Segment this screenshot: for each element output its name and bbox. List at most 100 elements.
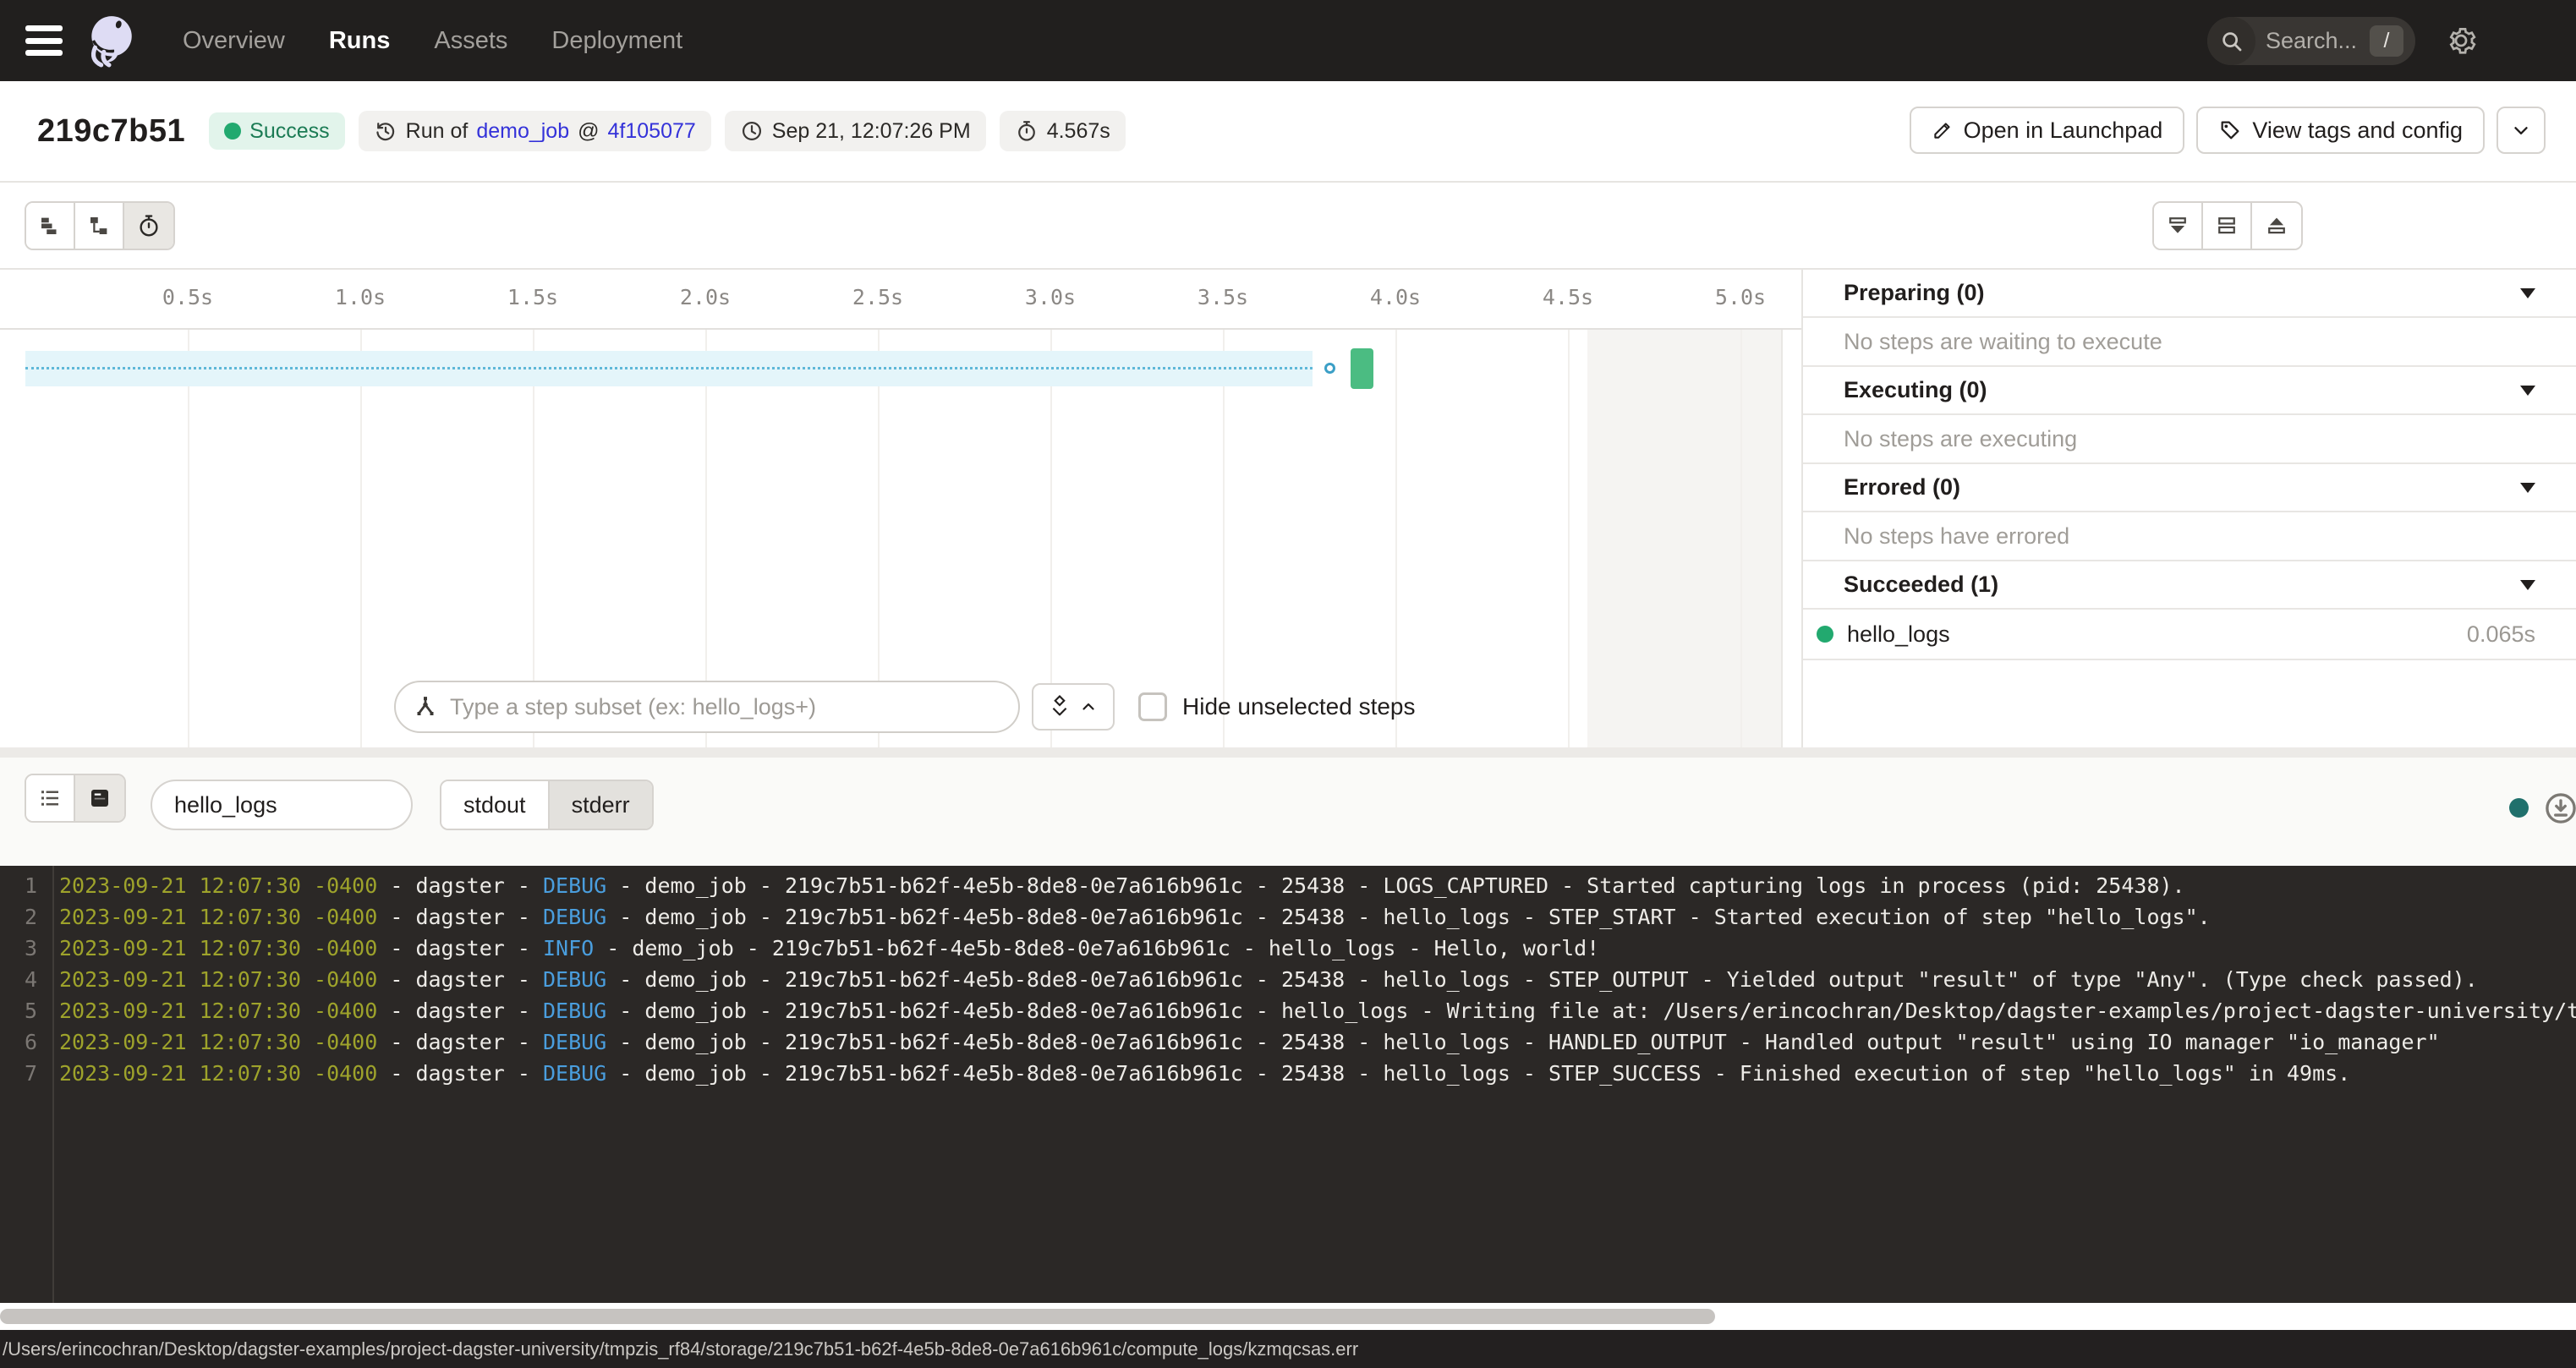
axis-gridline: [1740, 330, 1742, 747]
log-line: 32023-09-21 12:07:30 -0400 - dagster - I…: [0, 933, 2576, 964]
log-section: stdout stderr 12023-09-21 12:07:30 -0400…: [0, 758, 2576, 1303]
tab-stdout[interactable]: stdout: [441, 781, 550, 829]
gantt-expand-group: [2152, 201, 2303, 250]
log-line-number: 6: [0, 1026, 37, 1058]
panel-splitter[interactable]: [0, 747, 2576, 758]
step-section-header[interactable]: Executing (0): [1803, 367, 2576, 415]
log-separator: - dagster -: [377, 999, 543, 1023]
menu-icon[interactable]: [25, 25, 63, 56]
raw-log-output: 12023-09-21 12:07:30 -0400 - dagster - D…: [0, 866, 2576, 1303]
waterfall-view-button[interactable]: [75, 203, 124, 249]
expand-up-icon: [2264, 213, 2289, 238]
gantt-step-bar-hello-logs[interactable]: [1351, 348, 1373, 389]
step-section-header[interactable]: Errored (0): [1803, 464, 2576, 512]
settings-gear-icon[interactable]: [2445, 25, 2477, 57]
run-gantt-region: 0.5s1.0s1.5s2.0s2.5s3.0s3.5s4.0s4.5s5.0s…: [0, 270, 2576, 747]
collapse-down-button[interactable]: [2154, 203, 2203, 249]
global-search[interactable]: /: [2207, 17, 2415, 65]
nav-assets[interactable]: Assets: [434, 27, 507, 55]
step-subset-input[interactable]: [450, 694, 1001, 720]
log-message: - demo_job - 219c7b51-b62f-4e5b-8de8-0e7…: [606, 967, 2478, 992]
hide-unselected-checkbox[interactable]: [1138, 692, 1167, 721]
log-line-text: 2023-09-21 12:07:30 -0400 - dagster - DE…: [37, 1058, 2350, 1089]
run-header: 219c7b51 Success Run of demo_job @ 4f105…: [0, 81, 2576, 183]
log-separator: - dagster -: [377, 936, 543, 960]
primary-nav: Overview Runs Assets Deployment: [183, 27, 682, 55]
log-line: 12023-09-21 12:07:30 -0400 - dagster - D…: [0, 870, 2576, 901]
gantt-toolbar: Hide not started steps Re-execute all (*…: [0, 183, 2576, 270]
chevron-down-icon: [2510, 119, 2532, 141]
timed-view-button[interactable]: [124, 203, 173, 249]
hide-unselected-label: Hide unselected steps: [1182, 693, 1416, 720]
step-subset-filter: [394, 681, 1020, 733]
axis-tick-label: 1.5s: [507, 285, 558, 309]
step-section-header[interactable]: Preparing (0): [1803, 270, 2576, 318]
log-line-number: 4: [0, 964, 37, 995]
nav-overview[interactable]: Overview: [183, 27, 285, 55]
gutter-divider: [52, 866, 54, 1303]
snapshot-link[interactable]: 4f105077: [608, 119, 696, 144]
step-section-title: Errored (0): [1844, 474, 1960, 501]
log-timestamp: 2023-09-21 12:07:30 -0400: [59, 999, 377, 1023]
tag-icon: [2218, 118, 2242, 142]
flat-view-button[interactable]: [26, 203, 75, 249]
log-timestamp: 2023-09-21 12:07:30 -0400: [59, 967, 377, 992]
log-line: 22023-09-21 12:07:30 -0400 - dagster - D…: [0, 901, 2576, 933]
step-row[interactable]: hello_logs0.065s: [1803, 610, 2576, 660]
caret-up-icon: [1078, 697, 1099, 717]
step-marker-circle: [1324, 363, 1335, 374]
log-status-dot: [2509, 798, 2529, 818]
tab-stderr[interactable]: stderr: [550, 781, 652, 829]
log-step-filter[interactable]: [151, 780, 413, 830]
raw-log-view-button[interactable]: [75, 775, 124, 821]
graph-query-toggle-button[interactable]: [1032, 683, 1115, 731]
search-icon: [2207, 17, 2255, 65]
log-separator: - dagster -: [377, 967, 543, 992]
run-of-tag: Run of demo_job @ 4f105077: [359, 111, 711, 151]
log-separator: - dagster -: [377, 1061, 543, 1086]
log-message: - demo_job - 219c7b51-b62f-4e5b-8de8-0e7…: [606, 999, 2576, 1023]
run-status-badge: Success: [209, 112, 344, 150]
gantt-chart: 0.5s1.0s1.5s2.0s2.5s3.0s3.5s4.0s4.5s5.0s…: [0, 270, 1803, 747]
download-log-button[interactable]: [2543, 791, 2576, 826]
nav-deployment[interactable]: Deployment: [551, 27, 682, 55]
nav-runs[interactable]: Runs: [329, 27, 391, 55]
log-level: INFO: [543, 936, 594, 960]
log-io-tabs: stdout stderr: [440, 780, 654, 830]
run-id-title: 219c7b51: [37, 113, 185, 150]
chevron-down-icon: [2520, 580, 2535, 590]
log-timestamp: 2023-09-21 12:07:30 -0400: [59, 936, 377, 960]
log-level: DEBUG: [543, 905, 606, 929]
dagster-logo-icon[interactable]: [83, 13, 139, 68]
log-step-filter-input[interactable]: [174, 792, 389, 818]
scrollbar-thumb[interactable]: [0, 1309, 1715, 1324]
console-icon: [87, 785, 112, 811]
axis-gridline: [188, 330, 189, 747]
view-tags-config-button[interactable]: View tags and config: [2196, 107, 2485, 154]
run-more-actions-button[interactable]: [2497, 107, 2546, 154]
search-input[interactable]: [2266, 28, 2359, 54]
app-root: Overview Runs Assets Deployment / 219c7b…: [0, 0, 2576, 1368]
axis-tick-label: 2.5s: [852, 285, 903, 309]
log-timestamp: 2023-09-21 12:07:30 -0400: [59, 1061, 377, 1086]
log-separator: - dagster -: [377, 905, 543, 929]
expand-up-button[interactable]: [2252, 203, 2301, 249]
axis-tick-label: 4.5s: [1543, 285, 1593, 309]
open-in-launchpad-button[interactable]: Open in Launchpad: [1910, 107, 2185, 154]
split-panes-icon: [2214, 213, 2239, 238]
split-even-button[interactable]: [2203, 203, 2252, 249]
structured-log-view-button[interactable]: [26, 775, 75, 821]
step-section-header[interactable]: Succeeded (1): [1803, 561, 2576, 610]
axis-tick-label: 0.5s: [162, 285, 213, 309]
log-line-text: 2023-09-21 12:07:30 -0400 - dagster - IN…: [37, 933, 1599, 964]
log-timestamp: 2023-09-21 12:07:30 -0400: [59, 1030, 377, 1054]
run-duration-tag: 4.567s: [1000, 111, 1126, 151]
waiting-dotted-line: [25, 367, 1313, 369]
clock-icon: [740, 119, 764, 143]
job-link[interactable]: demo_job: [476, 119, 569, 144]
chevron-down-icon: [2520, 386, 2535, 396]
step-name: hello_logs: [1847, 621, 1950, 648]
log-level: DEBUG: [543, 999, 606, 1023]
step-section-empty-text: No steps are executing: [1803, 415, 2576, 464]
gantt-time-axis: 0.5s1.0s1.5s2.0s2.5s3.0s3.5s4.0s4.5s5.0s: [0, 270, 1801, 330]
